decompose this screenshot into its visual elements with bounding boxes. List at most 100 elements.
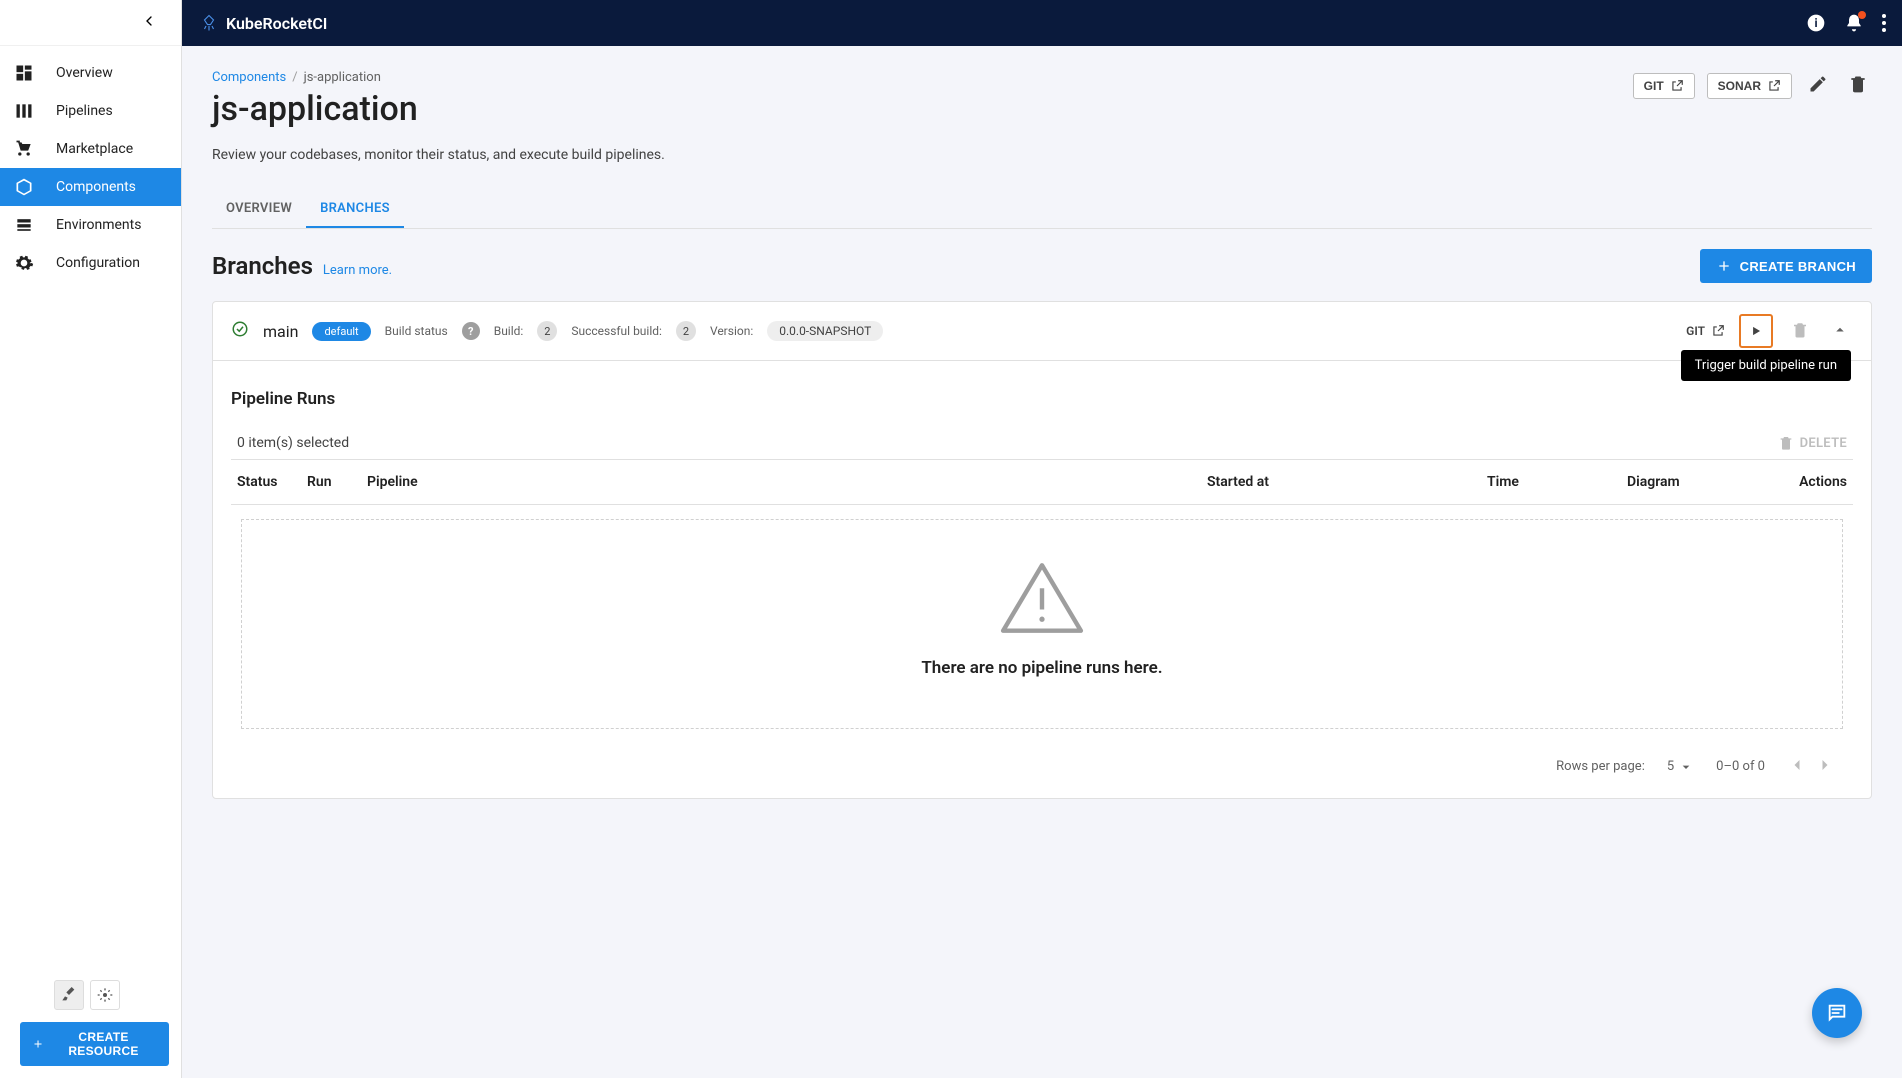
nav-label: Marketplace [56,141,133,157]
prev-page-button[interactable] [1787,755,1807,778]
edit-button[interactable] [1804,70,1832,101]
delete-button[interactable] [1844,70,1872,101]
col-started[interactable]: Started at [1207,474,1487,490]
nav-label: Components [56,179,136,195]
environments-icon [14,215,34,235]
gear-icon [97,987,113,1003]
rocket-icon [200,14,218,32]
nav-configuration[interactable]: Configuration [0,244,181,282]
pagination: Rows per page: 5 0–0 of 0 [231,743,1853,790]
pipelines-icon [14,101,34,121]
nav-label: Configuration [56,255,140,271]
nav-label: Environments [56,217,141,233]
runs-table-header: Status Run Pipeline Started at Time Diag… [231,460,1853,505]
default-badge: default [312,322,370,341]
nav-pipelines[interactable]: Pipelines [0,92,181,130]
more-menu-icon[interactable] [1882,14,1886,32]
branch-git-link[interactable]: GIT [1686,324,1725,338]
empty-text: There are no pipeline runs here. [921,658,1162,678]
plus-icon [1716,258,1732,274]
col-pipeline[interactable]: Pipeline [367,474,1207,490]
pagination-range: 0–0 of 0 [1716,759,1765,774]
main-content: Components / js-application js-applicati… [182,46,1902,1078]
notification-dot [1858,11,1866,19]
col-diagram[interactable]: Diagram [1627,474,1747,490]
nav-environments[interactable]: Environments [0,206,181,244]
nav-components[interactable]: Components [0,168,181,206]
overview-icon [14,63,34,83]
trash-icon [1778,435,1794,451]
success-build-label: Successful build: [571,324,662,338]
sidebar: Overview Pipelines Marketplace Component… [0,0,182,1078]
chevron-right-icon [1815,755,1835,775]
breadcrumb-current: js-application [304,70,381,85]
branch-name: main [263,322,298,341]
play-icon [1749,324,1763,338]
theme-gear-button[interactable] [90,980,120,1010]
next-page-button[interactable] [1815,755,1835,778]
external-link-icon [1711,324,1725,338]
tabs: OVERVIEW BRANCHES [212,191,1872,229]
chevron-left-icon [1787,755,1807,775]
rows-per-page-select[interactable]: 5 [1667,759,1694,775]
tab-branches[interactable]: BRANCHES [306,191,404,228]
tooltip: Trigger build pipeline run [1681,350,1851,381]
brand-logo[interactable]: KubeRocketCI [200,14,327,33]
col-status[interactable]: Status [237,474,307,490]
plus-icon [32,1037,44,1051]
create-resource-label: CREATE RESOURCE [50,1030,157,1058]
chat-fab[interactable] [1812,988,1862,1038]
trash-icon [1848,74,1868,94]
branch-collapse-button[interactable] [1827,317,1853,346]
version-label: Version: [710,324,753,338]
tab-overview[interactable]: OVERVIEW [212,191,306,228]
col-actions[interactable]: Actions [1747,474,1847,490]
nav-overview[interactable]: Overview [0,54,181,92]
theme-brush-button[interactable] [54,980,84,1010]
marketplace-icon [14,139,34,159]
page-subtitle: Review your codebases, monitor their sta… [212,147,1872,163]
app-header: KubeRocketCI i [0,0,1902,46]
brush-icon [61,987,77,1003]
breadcrumb-parent[interactable]: Components [212,70,286,85]
nav-label: Overview [56,65,113,81]
notifications-icon[interactable] [1844,13,1864,33]
components-icon [14,177,34,197]
col-time[interactable]: Time [1487,474,1627,490]
external-link-icon [1670,79,1684,93]
branch-delete-button[interactable] [1787,317,1813,346]
build-count: 2 [537,321,557,341]
pencil-icon [1808,74,1828,94]
brand-name: KubeRocketCI [226,14,327,33]
chat-icon [1826,1002,1848,1024]
sonar-link-button[interactable]: SONAR [1707,73,1792,99]
branches-heading: Branches [212,252,313,280]
pipeline-runs-title: Pipeline Runs [231,389,1853,409]
build-status-unknown-icon: ? [462,322,480,340]
build-label: Build: [494,324,524,338]
git-link-button[interactable]: GIT [1633,73,1695,99]
success-count: 2 [676,321,696,341]
sidebar-collapse-button[interactable] [141,13,157,33]
pipeline-runs-panel: Pipeline Runs 0 item(s) selected DELETE … [213,361,1871,798]
rows-per-page-label: Rows per page: [1556,759,1645,774]
nav-marketplace[interactable]: Marketplace [0,130,181,168]
nav-label: Pipelines [56,103,113,119]
bulk-delete-button[interactable]: DELETE [1778,435,1847,451]
trigger-build-button[interactable] [1739,314,1773,348]
page-title: js-application [212,89,418,129]
dropdown-icon [1678,759,1694,775]
info-icon[interactable]: i [1806,13,1826,33]
warning-icon [997,560,1087,636]
status-ok-icon [231,320,249,342]
configuration-icon [14,253,34,273]
create-resource-button[interactable]: CREATE RESOURCE [20,1022,169,1066]
chevron-up-icon [1831,321,1849,339]
create-branch-button[interactable]: CREATE BRANCH [1700,249,1872,283]
branch-row: main default Build status ? Build: 2 Suc… [213,302,1871,361]
items-selected: 0 item(s) selected [237,435,349,451]
svg-text:i: i [1814,16,1817,30]
breadcrumb: Components / js-application [212,70,418,85]
learn-more-link[interactable]: Learn more. [323,263,392,278]
col-run[interactable]: Run [307,474,367,490]
